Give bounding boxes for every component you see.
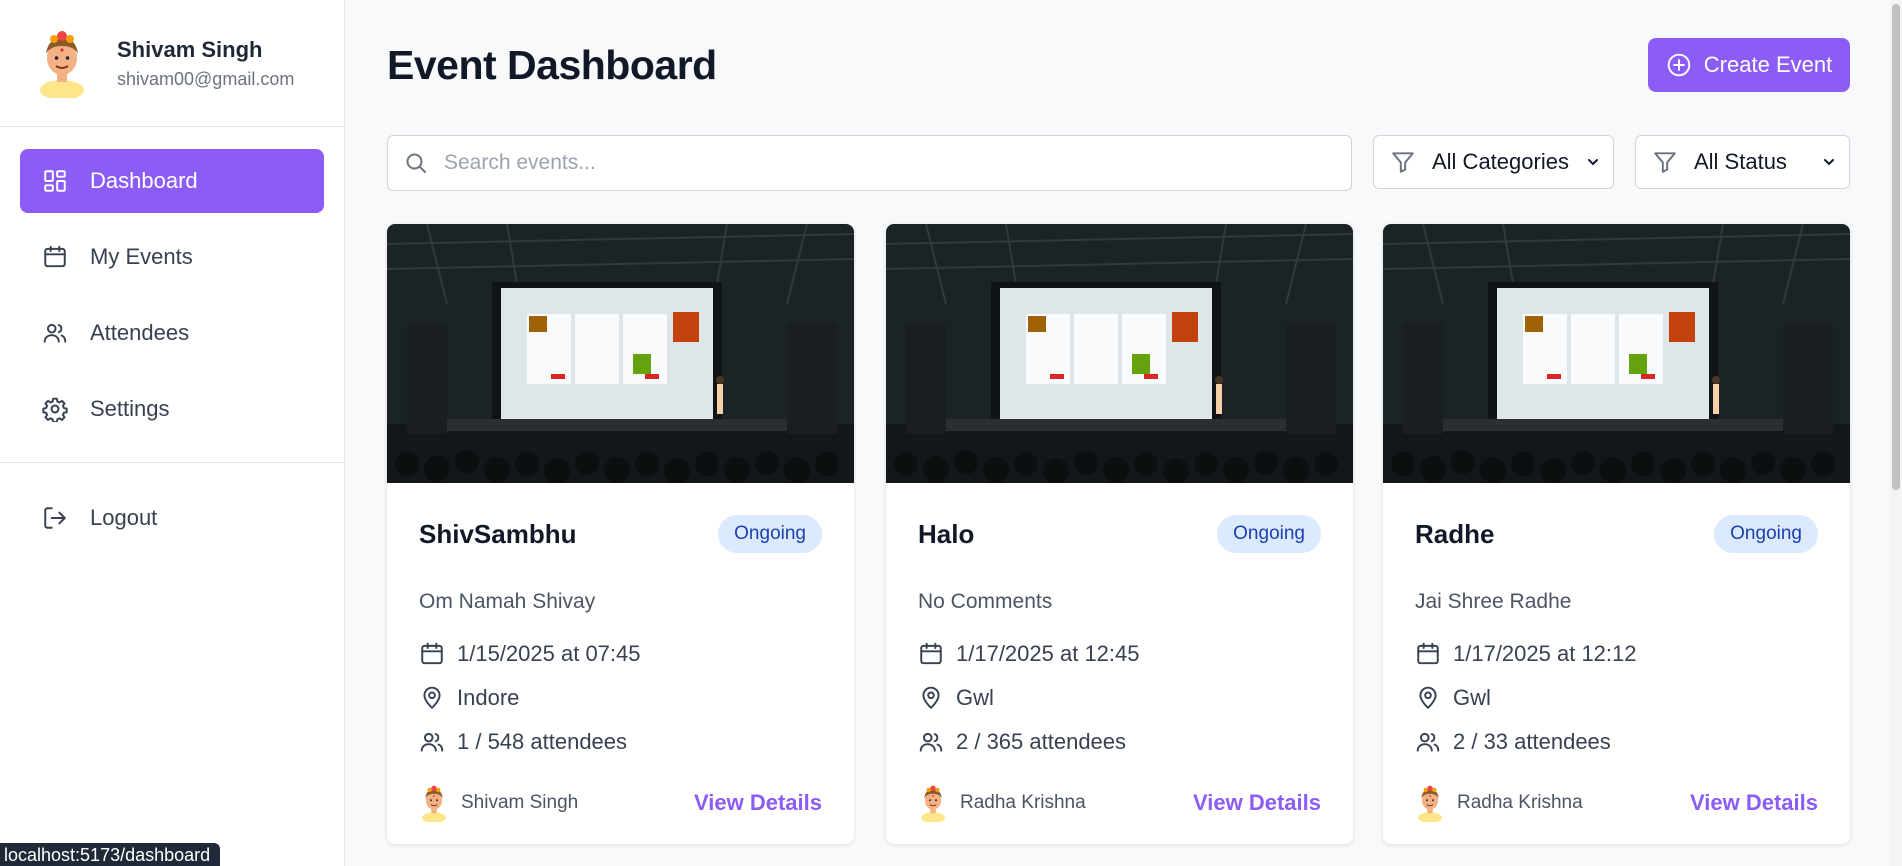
- event-location: Gwl: [918, 685, 994, 711]
- user-profile: Shivam Singh shivam00@gmail.com: [0, 0, 344, 127]
- event-attendees: 2 / 365 attendees: [918, 729, 1126, 755]
- gear-icon: [42, 396, 68, 422]
- category-filter-value: All Categories: [1432, 149, 1569, 174]
- search-box: [387, 135, 1352, 191]
- event-location: Indore: [419, 685, 519, 711]
- event-description: No Comments: [918, 590, 1053, 613]
- chevron-down-icon: [1585, 154, 1601, 170]
- users-icon: [1415, 729, 1441, 755]
- event-attendees: 2 / 33 attendees: [1415, 729, 1611, 755]
- page-scrollbar[interactable]: [1890, 0, 1902, 866]
- event-title: Radhe: [1415, 519, 1495, 549]
- event-image: [387, 224, 854, 483]
- event-image: [1383, 224, 1850, 483]
- avatar: [36, 28, 88, 98]
- create-event-button[interactable]: Create Event: [1648, 38, 1850, 92]
- avatar: [918, 784, 948, 822]
- event-card: Halo Ongoing No Comments 1/17/2025 at 12…: [886, 224, 1353, 844]
- sidebar-item-dashboard[interactable]: Dashboard: [20, 149, 324, 213]
- sidebar-item-label: Attendees: [90, 320, 190, 345]
- event-title: ShivSambhu: [419, 519, 577, 549]
- avatar: [419, 784, 449, 822]
- status-bar-url: localhost:5173/dashboard: [0, 843, 221, 866]
- sidebar-item-label: Dashboard: [90, 168, 198, 193]
- event-attendees-count: 2 / 33 attendees: [1453, 729, 1611, 754]
- filter-icon: [1652, 149, 1678, 175]
- organizer-name: Radha Krishna: [960, 792, 1086, 813]
- sidebar-item-settings[interactable]: Settings: [20, 377, 324, 441]
- filter-icon: [1390, 149, 1416, 175]
- event-datetime: 1/15/2025 at 07:45: [457, 641, 641, 666]
- logout-label: Logout: [90, 505, 158, 530]
- event-date: 1/15/2025 at 07:45: [419, 641, 641, 667]
- plus-circle-icon: [1666, 52, 1692, 78]
- sidebar: Shivam Singh shivam00@gmail.com Dashboar…: [0, 0, 345, 866]
- map-pin-icon: [419, 685, 445, 711]
- logout-icon: [42, 505, 68, 531]
- event-location-text: Gwl: [956, 685, 994, 710]
- avatar: [1415, 784, 1445, 822]
- event-attendees-count: 2 / 365 attendees: [956, 729, 1127, 754]
- status-filter-select[interactable]: All Status: [1635, 135, 1850, 189]
- search-input[interactable]: [444, 151, 1324, 175]
- status-badge: Ongoing: [1714, 515, 1818, 553]
- calendar-icon: [419, 641, 445, 667]
- page-title: Event Dashboard: [387, 42, 717, 88]
- user-name: Shivam Singh: [117, 36, 263, 62]
- event-datetime: 1/17/2025 at 12:45: [956, 641, 1140, 666]
- view-details-link[interactable]: View Details: [1193, 790, 1321, 816]
- organizer-name: Shivam Singh: [461, 792, 579, 813]
- sidebar-nav: Dashboard My Events Attendees Settings: [0, 127, 344, 441]
- user-email: shivam00@gmail.com: [117, 68, 295, 89]
- users-icon: [42, 320, 68, 346]
- view-details-link[interactable]: View Details: [1690, 790, 1818, 816]
- event-footer: Radha Krishna View Details: [1415, 783, 1818, 823]
- map-pin-icon: [918, 685, 944, 711]
- logout-button[interactable]: Logout: [20, 486, 325, 550]
- layout-grid-icon: [42, 168, 68, 194]
- users-icon: [419, 729, 445, 755]
- main-content: Event Dashboard Create Event All Categor…: [345, 0, 1902, 866]
- event-card: ShivSambhu Ongoing Om Namah Shivay 1/15/…: [387, 224, 854, 844]
- view-details-link[interactable]: View Details: [694, 790, 822, 816]
- status-filter-value: All Status: [1694, 149, 1787, 174]
- event-description: Om Namah Shivay: [419, 590, 596, 613]
- event-location: Gwl: [1415, 685, 1491, 711]
- event-description: Jai Shree Radhe: [1415, 590, 1572, 613]
- event-date: 1/17/2025 at 12:45: [918, 641, 1140, 667]
- calendar-icon: [42, 244, 68, 270]
- sidebar-item-label: Settings: [90, 396, 170, 421]
- calendar-icon: [918, 641, 944, 667]
- status-badge: Ongoing: [1217, 515, 1321, 553]
- event-datetime: 1/17/2025 at 12:12: [1453, 641, 1637, 666]
- event-footer: Radha Krishna View Details: [918, 783, 1321, 823]
- event-attendees-count: 1 / 548 attendees: [457, 729, 628, 754]
- event-date: 1/17/2025 at 12:12: [1415, 641, 1637, 667]
- chevron-down-icon: [1821, 154, 1837, 170]
- sidebar-divider: [0, 462, 345, 463]
- category-filter-select[interactable]: All Categories: [1373, 135, 1614, 189]
- event-location-text: Gwl: [1453, 685, 1491, 710]
- status-badge: Ongoing: [718, 515, 822, 553]
- map-pin-icon: [1415, 685, 1441, 711]
- sidebar-item-attendees[interactable]: Attendees: [20, 301, 324, 365]
- organizer-name: Radha Krishna: [1457, 792, 1583, 813]
- create-event-label: Create Event: [1703, 52, 1833, 77]
- event-footer: Shivam Singh View Details: [419, 783, 822, 823]
- event-location-text: Indore: [457, 685, 520, 710]
- search-icon: [404, 151, 428, 175]
- calendar-icon: [1415, 641, 1441, 667]
- users-icon: [918, 729, 944, 755]
- event-attendees: 1 / 548 attendees: [419, 729, 627, 755]
- event-image: [886, 224, 1353, 483]
- scrollbar-thumb[interactable]: [1892, 4, 1900, 490]
- event-card: Radhe Ongoing Jai Shree Radhe 1/17/2025 …: [1383, 224, 1850, 844]
- event-title: Halo: [918, 519, 975, 549]
- sidebar-item-label: My Events: [90, 244, 193, 269]
- sidebar-item-my-events[interactable]: My Events: [20, 225, 324, 289]
